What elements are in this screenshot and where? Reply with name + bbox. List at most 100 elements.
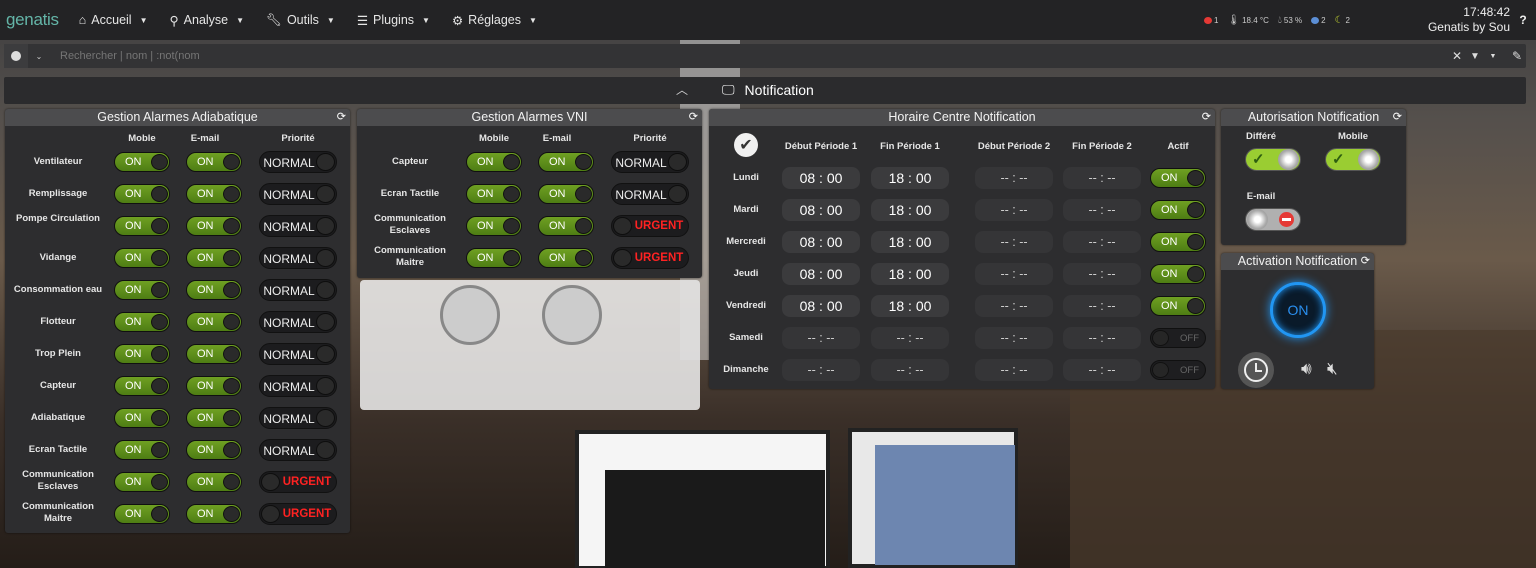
- time-input[interactable]: -- : --: [975, 167, 1053, 189]
- dropdown-icon[interactable]: ▼: [1484, 53, 1502, 60]
- nav-analyse[interactable]: ⚲ Analyse ▼: [170, 13, 245, 28]
- status-humidity[interactable]: 💧︎ 53 %: [1278, 15, 1302, 26]
- email-toggle[interactable]: ON: [186, 344, 242, 364]
- edit-icon[interactable]: ✎: [1508, 49, 1526, 63]
- priority-toggle[interactable]: NORMAL: [259, 343, 337, 365]
- refresh-icon[interactable]: ⟳: [337, 109, 346, 126]
- search-input[interactable]: [50, 44, 1448, 68]
- active-toggle[interactable]: ON: [1150, 296, 1206, 316]
- email-toggle[interactable]: ON: [186, 408, 242, 428]
- mobile-toggle[interactable]: ON: [114, 280, 170, 300]
- time-input[interactable]: 08 : 00: [782, 231, 860, 253]
- time-input[interactable]: 08 : 00: [782, 295, 860, 317]
- email-toggle[interactable]: ON: [538, 248, 594, 268]
- priority-toggle[interactable]: URGENT: [259, 503, 337, 525]
- email-toggle[interactable]: ON: [186, 312, 242, 332]
- status-temperature[interactable]: 🌡︎ 18.4 °C: [1227, 15, 1268, 26]
- time-input[interactable]: 18 : 00: [871, 231, 949, 253]
- nav-outils[interactable]: 🔧︎ Outils ▼: [266, 13, 335, 28]
- time-input[interactable]: -- : --: [871, 359, 949, 381]
- mobile-toggle[interactable]: ON: [466, 152, 522, 172]
- email-toggle[interactable]: ON: [186, 184, 242, 204]
- time-input[interactable]: 08 : 00: [782, 263, 860, 285]
- mobile-toggle[interactable]: ON: [114, 408, 170, 428]
- chevron-down-icon[interactable]: ⌄: [28, 44, 50, 68]
- time-input[interactable]: -- : --: [975, 263, 1053, 285]
- active-toggle[interactable]: ON: [1150, 168, 1206, 188]
- nav-plugins[interactable]: ☰ Plugins ▼: [357, 13, 430, 28]
- chevron-up-icon[interactable]: ︿: [676, 81, 688, 98]
- nav-accueil[interactable]: ⌂ Accueil ▼: [79, 13, 148, 27]
- time-input[interactable]: 18 : 00: [871, 167, 949, 189]
- mute-icon[interactable]: 🔇︎: [1327, 359, 1338, 379]
- email-toggle[interactable]: [1245, 208, 1301, 231]
- time-input[interactable]: 18 : 00: [871, 199, 949, 221]
- search-toggle-icon[interactable]: [4, 44, 28, 68]
- time-input[interactable]: 18 : 00: [871, 263, 949, 285]
- priority-toggle[interactable]: NORMAL: [259, 247, 337, 269]
- refresh-icon[interactable]: ⟳: [1361, 253, 1370, 270]
- time-input[interactable]: -- : --: [975, 327, 1053, 349]
- time-input[interactable]: -- : --: [1063, 167, 1141, 189]
- active-toggle[interactable]: ON: [1150, 200, 1206, 220]
- priority-toggle[interactable]: NORMAL: [259, 279, 337, 301]
- time-input[interactable]: -- : --: [1063, 263, 1141, 285]
- email-toggle[interactable]: ON: [186, 504, 242, 524]
- time-input[interactable]: 18 : 00: [871, 295, 949, 317]
- priority-toggle[interactable]: URGENT: [259, 471, 337, 493]
- time-input[interactable]: -- : --: [782, 359, 860, 381]
- mobile-toggle[interactable]: ON: [114, 216, 170, 236]
- clear-icon[interactable]: ✕: [1448, 49, 1466, 63]
- mobile-toggle[interactable]: ON: [466, 248, 522, 268]
- mobile-toggle[interactable]: ON: [114, 344, 170, 364]
- clock-icon[interactable]: [1238, 352, 1274, 388]
- time-input[interactable]: -- : --: [1063, 327, 1141, 349]
- email-toggle[interactable]: ON: [186, 472, 242, 492]
- priority-toggle[interactable]: URGENT: [611, 215, 689, 237]
- mobile-toggle[interactable]: ON: [114, 376, 170, 396]
- refresh-icon[interactable]: ⟳: [1202, 109, 1211, 126]
- mobile-toggle[interactable]: ON: [114, 472, 170, 492]
- refresh-icon[interactable]: ⟳: [1393, 109, 1402, 126]
- time-input[interactable]: 08 : 00: [782, 199, 860, 221]
- priority-toggle[interactable]: NORMAL: [611, 183, 689, 205]
- mobile-toggle[interactable]: ON: [114, 504, 170, 524]
- priority-toggle[interactable]: NORMAL: [259, 183, 337, 205]
- email-toggle[interactable]: ON: [538, 216, 594, 236]
- status-cloud[interactable]: 2: [1311, 16, 1326, 25]
- mobile-toggle[interactable]: ON: [114, 248, 170, 268]
- time-input[interactable]: -- : --: [871, 327, 949, 349]
- status-moon[interactable]: ☾ 2: [1335, 15, 1350, 26]
- help-icon[interactable]: ?: [1510, 13, 1536, 27]
- email-toggle[interactable]: ON: [186, 248, 242, 268]
- email-toggle[interactable]: ON: [186, 152, 242, 172]
- email-toggle[interactable]: ON: [186, 216, 242, 236]
- mobile-toggle[interactable]: ✓: [1325, 148, 1381, 171]
- priority-toggle[interactable]: NORMAL: [259, 407, 337, 429]
- nav-reglages[interactable]: ⚙ Réglages ▼: [452, 13, 537, 28]
- priority-toggle[interactable]: NORMAL: [611, 151, 689, 173]
- mobile-toggle[interactable]: ON: [466, 216, 522, 236]
- time-input[interactable]: -- : --: [1063, 359, 1141, 381]
- volume-icon[interactable]: 🔊︎: [1301, 359, 1312, 379]
- priority-toggle[interactable]: NORMAL: [259, 311, 337, 333]
- priority-toggle[interactable]: NORMAL: [259, 151, 337, 173]
- active-toggle[interactable]: OFF: [1150, 328, 1206, 348]
- time-input[interactable]: -- : --: [1063, 295, 1141, 317]
- time-input[interactable]: -- : --: [975, 231, 1053, 253]
- differe-toggle[interactable]: ✓: [1245, 148, 1301, 171]
- active-toggle[interactable]: OFF: [1150, 360, 1206, 380]
- activation-on-button[interactable]: ON: [1270, 282, 1326, 338]
- time-input[interactable]: -- : --: [975, 295, 1053, 317]
- time-input[interactable]: -- : --: [1063, 199, 1141, 221]
- priority-toggle[interactable]: NORMAL: [259, 439, 337, 461]
- time-input[interactable]: 08 : 00: [782, 167, 860, 189]
- email-toggle[interactable]: ON: [538, 184, 594, 204]
- mobile-toggle[interactable]: ON: [114, 312, 170, 332]
- email-toggle[interactable]: ON: [186, 376, 242, 396]
- time-input[interactable]: -- : --: [975, 199, 1053, 221]
- refresh-icon[interactable]: ⟳: [689, 109, 698, 126]
- time-input[interactable]: -- : --: [975, 359, 1053, 381]
- priority-toggle[interactable]: NORMAL: [259, 375, 337, 397]
- status-alert[interactable]: 1: [1203, 16, 1218, 25]
